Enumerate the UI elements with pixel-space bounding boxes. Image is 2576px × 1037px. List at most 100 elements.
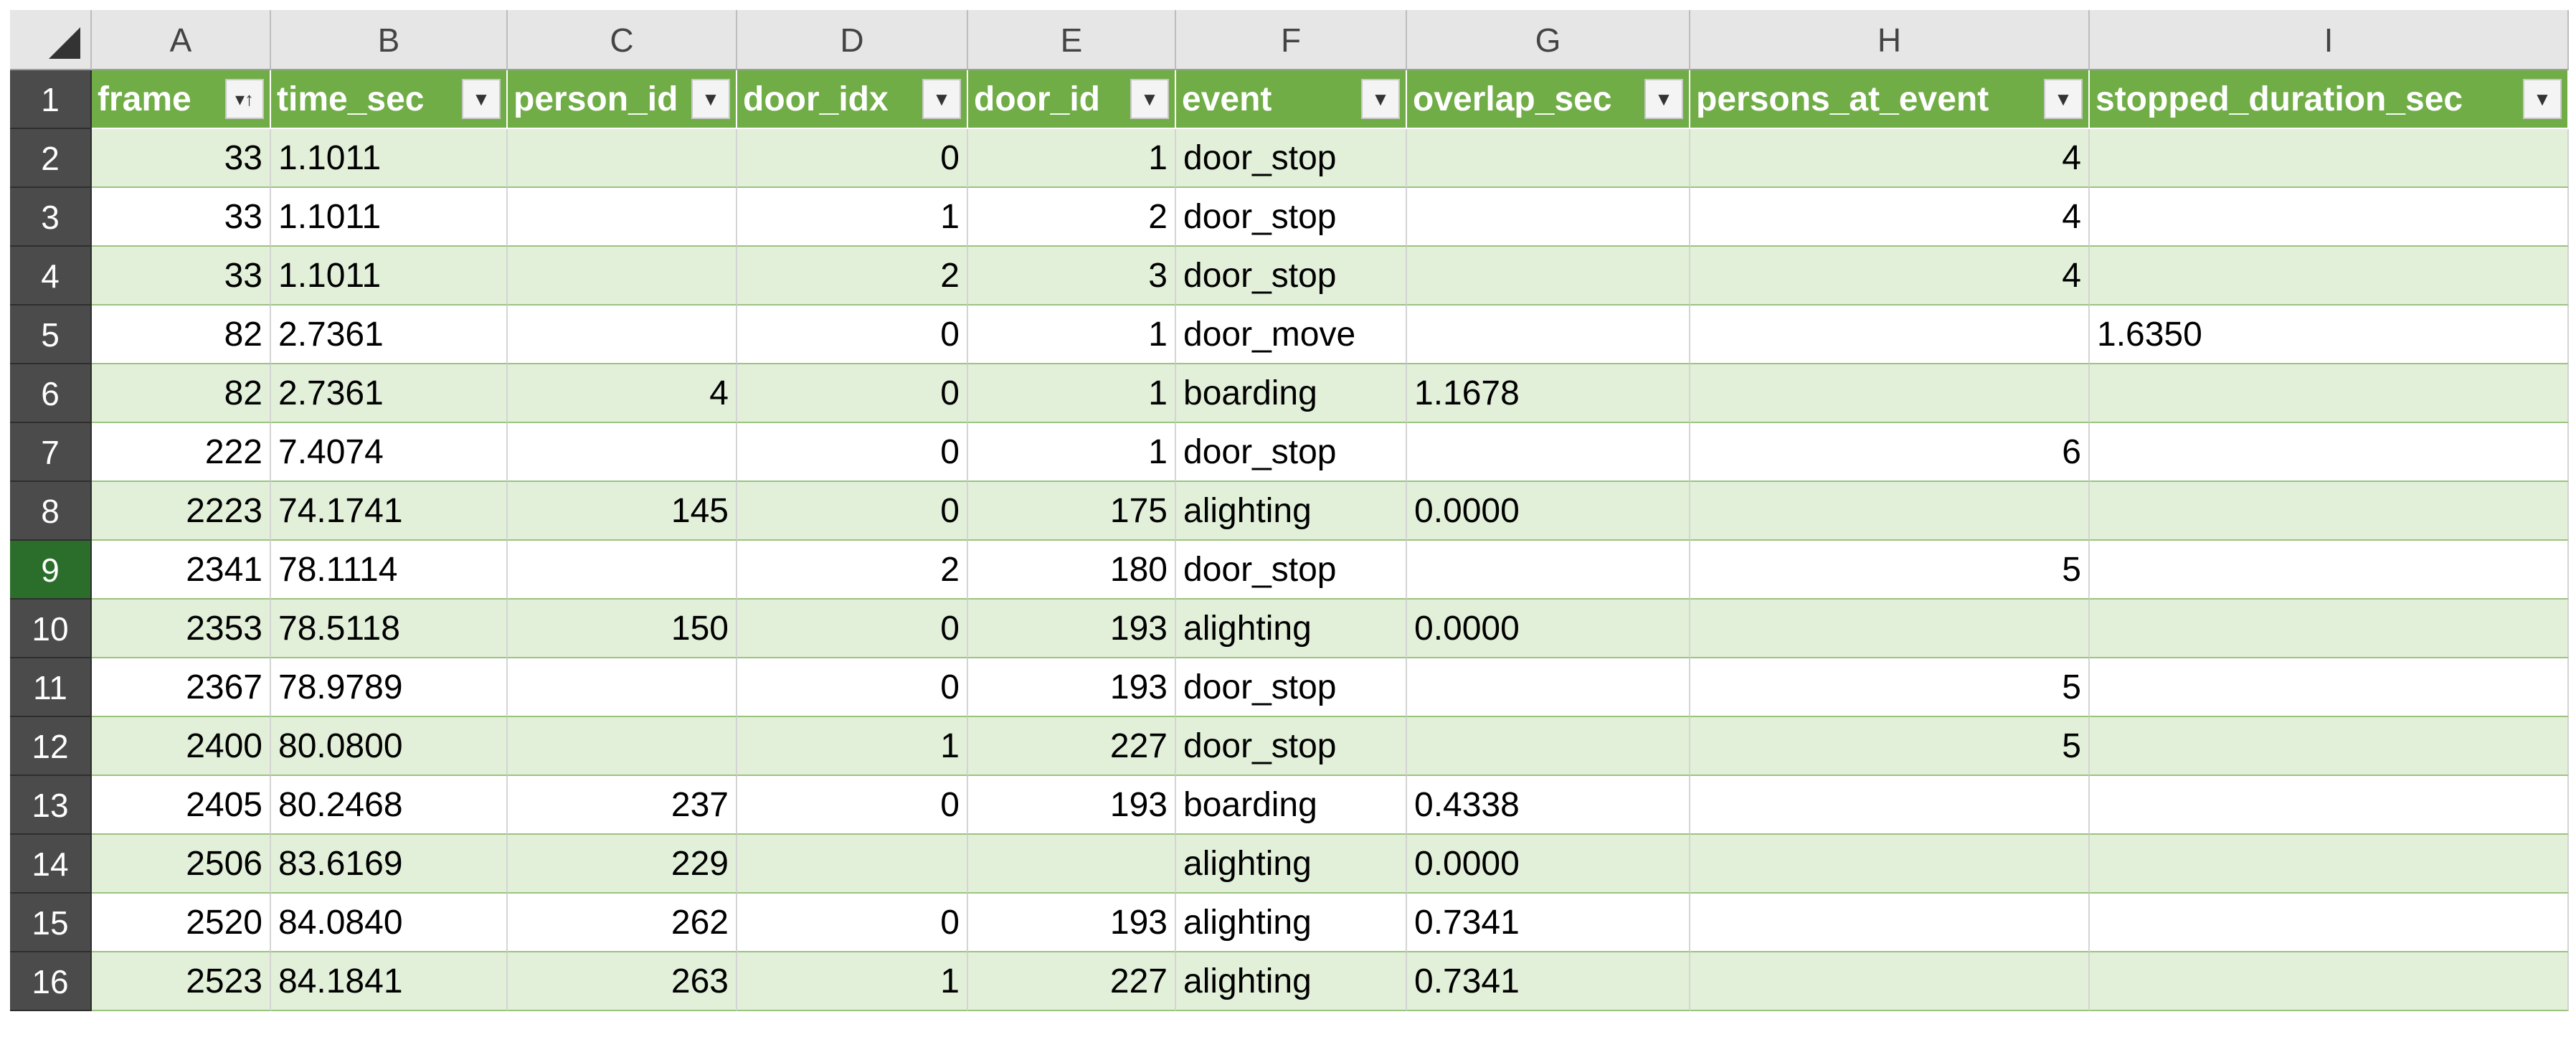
cell-stopped-duration-sec[interactable] [2090, 364, 2569, 423]
row-header-16[interactable]: 16 [10, 952, 92, 1011]
cell-door-id[interactable] [968, 835, 1176, 894]
header-cell-person-id[interactable]: person_id ▼ [508, 70, 737, 129]
cell-door-idx[interactable]: 2 [737, 541, 968, 600]
cell-frame[interactable]: 33 [92, 247, 271, 306]
cell-persons-at-event[interactable]: 6 [1690, 423, 2090, 482]
cell-person-id[interactable]: 237 [508, 776, 737, 835]
cell-door-id[interactable]: 1 [968, 364, 1176, 423]
cell-frame[interactable]: 82 [92, 364, 271, 423]
cell-time-sec[interactable]: 78.1114 [271, 541, 508, 600]
row-header-1[interactable]: 1 [10, 70, 92, 129]
column-header-c[interactable]: C [508, 10, 737, 70]
cell-door-id[interactable]: 227 [968, 952, 1176, 1011]
cell-event[interactable]: door_stop [1176, 658, 1407, 717]
filter-dropdown-icon[interactable]: ▼ [1130, 79, 1169, 119]
cell-person-id[interactable] [508, 541, 737, 600]
cell-person-id[interactable]: 229 [508, 835, 737, 894]
cell-event[interactable]: alighting [1176, 952, 1407, 1011]
cell-person-id[interactable]: 263 [508, 952, 737, 1011]
header-cell-event[interactable]: event ▼ [1176, 70, 1407, 129]
cell-door-idx[interactable] [737, 835, 968, 894]
cell-stopped-duration-sec[interactable] [2090, 423, 2569, 482]
row-header-5[interactable]: 5 [10, 306, 92, 364]
cell-event[interactable]: door_stop [1176, 541, 1407, 600]
row-header-7[interactable]: 7 [10, 423, 92, 482]
cell-door-id[interactable]: 2 [968, 188, 1176, 247]
cell-time-sec[interactable]: 78.5118 [271, 600, 508, 658]
cell-person-id[interactable]: 4 [508, 364, 737, 423]
cell-door-idx[interactable]: 1 [737, 717, 968, 776]
cell-door-idx[interactable]: 0 [737, 364, 968, 423]
cell-door-idx[interactable]: 1 [737, 188, 968, 247]
column-header-h[interactable]: H [1690, 10, 2090, 70]
cell-person-id[interactable] [508, 188, 737, 247]
cell-door-idx[interactable]: 0 [737, 306, 968, 364]
cell-event[interactable]: door_stop [1176, 188, 1407, 247]
cell-persons-at-event[interactable] [1690, 776, 2090, 835]
header-cell-overlap-sec[interactable]: overlap_sec ▼ [1407, 70, 1690, 129]
cell-stopped-duration-sec[interactable] [2090, 188, 2569, 247]
cell-persons-at-event[interactable] [1690, 306, 2090, 364]
column-header-d[interactable]: D [737, 10, 968, 70]
cell-time-sec[interactable]: 2.7361 [271, 364, 508, 423]
cell-frame[interactable]: 222 [92, 423, 271, 482]
cell-overlap-sec[interactable] [1407, 423, 1690, 482]
cell-frame[interactable]: 2400 [92, 717, 271, 776]
cell-door-id[interactable]: 180 [968, 541, 1176, 600]
cell-overlap-sec[interactable] [1407, 129, 1690, 188]
row-header-13[interactable]: 13 [10, 776, 92, 835]
row-header-2[interactable]: 2 [10, 129, 92, 188]
filter-dropdown-icon[interactable]: ▼ [2044, 79, 2083, 119]
cell-overlap-sec[interactable] [1407, 541, 1690, 600]
select-all-button[interactable] [10, 10, 92, 70]
cell-stopped-duration-sec[interactable] [2090, 952, 2569, 1011]
row-header-12[interactable]: 12 [10, 717, 92, 776]
cell-stopped-duration-sec[interactable] [2090, 658, 2569, 717]
cell-persons-at-event[interactable] [1690, 364, 2090, 423]
cell-person-id[interactable] [508, 658, 737, 717]
row-header-9[interactable]: 9 [10, 541, 92, 600]
cell-time-sec[interactable]: 1.1011 [271, 247, 508, 306]
cell-person-id[interactable]: 262 [508, 894, 737, 952]
cell-persons-at-event[interactable]: 5 [1690, 717, 2090, 776]
cell-door-id[interactable]: 193 [968, 776, 1176, 835]
cell-person-id[interactable]: 150 [508, 600, 737, 658]
column-header-b[interactable]: B [271, 10, 508, 70]
cell-person-id[interactable] [508, 717, 737, 776]
row-header-15[interactable]: 15 [10, 894, 92, 952]
cell-frame[interactable]: 82 [92, 306, 271, 364]
cell-overlap-sec[interactable]: 0.0000 [1407, 482, 1690, 541]
filter-dropdown-icon[interactable]: ▼ [1361, 79, 1400, 119]
row-header-3[interactable]: 3 [10, 188, 92, 247]
cell-frame[interactable]: 2367 [92, 658, 271, 717]
cell-stopped-duration-sec[interactable] [2090, 482, 2569, 541]
cell-door-id[interactable]: 175 [968, 482, 1176, 541]
cell-time-sec[interactable]: 2.7361 [271, 306, 508, 364]
cell-door-idx[interactable]: 0 [737, 129, 968, 188]
cell-frame[interactable]: 2405 [92, 776, 271, 835]
cell-door-id[interactable]: 1 [968, 129, 1176, 188]
cell-overlap-sec[interactable] [1407, 306, 1690, 364]
cell-door-idx[interactable]: 0 [737, 658, 968, 717]
cell-event[interactable]: door_stop [1176, 129, 1407, 188]
cell-overlap-sec[interactable]: 1.1678 [1407, 364, 1690, 423]
cell-event[interactable]: door_stop [1176, 423, 1407, 482]
cell-stopped-duration-sec[interactable] [2090, 541, 2569, 600]
sort-ascending-filter-icon[interactable]: ▾↑ [225, 79, 264, 119]
cell-time-sec[interactable]: 78.9789 [271, 658, 508, 717]
cell-persons-at-event[interactable]: 4 [1690, 188, 2090, 247]
cell-time-sec[interactable]: 84.1841 [271, 952, 508, 1011]
cell-persons-at-event[interactable]: 4 [1690, 129, 2090, 188]
cell-door-id[interactable]: 227 [968, 717, 1176, 776]
row-header-6[interactable]: 6 [10, 364, 92, 423]
cell-frame[interactable]: 2506 [92, 835, 271, 894]
filter-dropdown-icon[interactable]: ▼ [462, 79, 501, 119]
cell-door-idx[interactable]: 0 [737, 894, 968, 952]
filter-dropdown-icon[interactable]: ▼ [2523, 79, 2562, 119]
cell-frame[interactable]: 2523 [92, 952, 271, 1011]
cell-overlap-sec[interactable] [1407, 717, 1690, 776]
cell-door-id[interactable]: 1 [968, 423, 1176, 482]
column-header-g[interactable]: G [1407, 10, 1690, 70]
header-cell-time-sec[interactable]: time_sec ▼ [271, 70, 508, 129]
cell-door-idx[interactable]: 0 [737, 600, 968, 658]
